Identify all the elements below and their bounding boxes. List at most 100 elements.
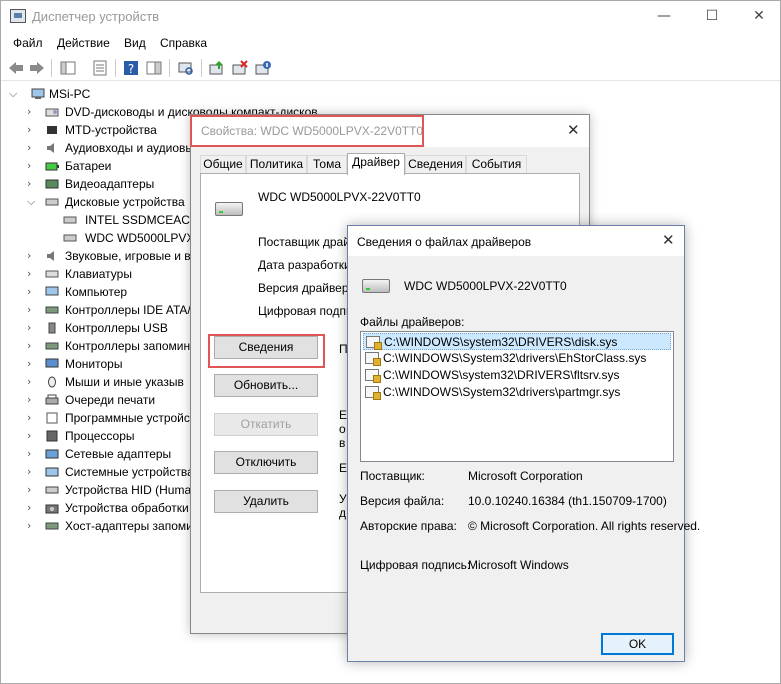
usb-icon [48,322,56,334]
dvd-drive-icon [45,108,59,117]
chevron-right-icon[interactable]: › [27,283,37,301]
uninstall-device-button[interactable]: Удалить [214,490,318,513]
ok-button[interactable]: OK [601,633,674,655]
help-icon[interactable]: ? [122,59,140,77]
system-file-icon [365,386,381,400]
tab-driver[interactable]: Драйвер [347,153,405,175]
chevron-right-icon[interactable]: › [27,355,37,373]
tree-item-label: Программные устройс [65,411,190,425]
chevron-right-icon[interactable]: › [27,157,37,175]
list-item[interactable]: C:\WINDOWS\system32\DRIVERS\disk.sys [363,333,671,350]
list-item[interactable]: C:\WINDOWS\System32\drivers\partmgr.sys [363,384,671,401]
toolbar-separator [115,59,116,77]
driver-files-list[interactable]: C:\WINDOWS\system32\DRIVERS\disk.sys C:\… [360,331,674,462]
file-version-value: 10.0.10240.16384 (th1.150709-1700) [468,494,667,508]
digital-signature-label: Цифровая подпись: [360,558,471,572]
system-file-icon [366,336,382,350]
toolbar: ? [1,55,780,81]
disk-drive-icon [362,279,390,293]
disable-device-button[interactable]: Отключить [214,451,318,474]
menu-action[interactable]: Действие [57,36,110,50]
tab-volumes[interactable]: Тома [307,155,347,174]
network-adapter-icon [45,449,59,459]
chevron-right-icon[interactable]: › [27,175,37,193]
hid-icon [45,486,59,494]
tab-general[interactable]: Общие [200,155,246,174]
device-name: WDC WD5000LPVX-22V0TT0 [258,190,421,204]
disk-drive-icon [63,216,77,224]
speaker-icon [47,143,54,153]
properties-close-button[interactable]: ✕ [567,121,580,139]
update-driver-icon[interactable] [208,59,226,77]
description-text: д [339,506,347,520]
menu-help[interactable]: Справка [160,36,207,50]
chevron-right-icon[interactable]: › [27,103,37,121]
system-device-icon [45,467,59,477]
chevron-right-icon[interactable]: › [27,517,37,535]
controller-icon [45,306,59,314]
monitor-icon [45,358,59,368]
tree-item-label: Мониторы [65,357,123,371]
forward-arrow-icon[interactable] [28,59,46,77]
tree-item-label: Хост-адаптеры запоми [65,519,193,533]
tree-item-label: Контроллеры запомин [65,339,191,353]
tree-item-label: INTEL SSDMCEAC12 [85,213,204,227]
system-file-icon [365,369,381,383]
chevron-right-icon[interactable]: › [27,121,37,139]
update-driver-button[interactable]: Обновить... [214,374,318,397]
chevron-right-icon[interactable]: › [27,301,37,319]
chevron-right-icon[interactable]: › [27,265,37,283]
driver-date-label: Дата разработки: [258,258,348,272]
show-hide-console-tree-icon[interactable] [59,59,77,77]
chevron-right-icon[interactable]: › [27,337,37,355]
action-pane-icon[interactable] [145,59,163,77]
menu-file[interactable]: Файл [13,36,43,50]
software-device-icon [46,412,58,424]
close-button[interactable]: ✕ [736,1,781,32]
chevron-right-icon[interactable]: › [27,409,37,427]
chevron-right-icon[interactable]: › [27,463,37,481]
tree-item-label: Процессоры [65,429,135,443]
driver-files-title-bar: Сведения о файлах драйверов ✕ [348,226,684,256]
description-text: о [339,422,346,436]
driver-files-close-button[interactable]: ✕ [662,231,675,249]
chevron-right-icon[interactable]: › [27,499,37,517]
chevron-right-icon[interactable]: › [27,139,37,157]
chevron-right-icon[interactable]: › [27,247,37,265]
rollback-driver-button[interactable]: Откатить [214,413,318,436]
copyright-value: © Microsoft Corporation. All rights rese… [468,519,701,533]
file-path: C:\WINDOWS\System32\drivers\EhStorClass.… [383,351,647,365]
chevron-down-icon[interactable]: ⌵ [9,85,19,103]
properties-icon[interactable] [91,59,109,77]
disable-device-icon[interactable] [254,59,272,77]
list-item[interactable]: C:\WINDOWS\system32\DRIVERS\fltsrv.sys [363,367,671,384]
chevron-right-icon[interactable]: › [27,373,37,391]
chevron-right-icon[interactable]: › [27,391,37,409]
tab-details[interactable]: Сведения [405,155,466,174]
back-arrow-icon[interactable] [7,59,25,77]
chevron-right-icon[interactable]: › [27,445,37,463]
disk-drive-icon [45,198,59,206]
chevron-right-icon[interactable]: › [27,427,37,445]
tab-policy[interactable]: Политика [246,155,307,174]
file-path: C:\WINDOWS\system32\DRIVERS\fltsrv.sys [383,368,620,382]
disk-drive-icon [215,202,243,216]
uninstall-device-icon[interactable] [231,59,249,77]
tree-item-label: Компьютер [65,285,128,299]
menu-view[interactable]: Вид [124,36,146,50]
tree-item-label: MTD-устройства [65,123,157,137]
chevron-right-icon[interactable]: › [27,319,37,337]
minimize-button[interactable]: — [641,1,687,32]
disk-drive-icon [63,234,77,242]
tree-item-label: Мыши и иные указыв [65,375,184,389]
battery-icon [45,162,59,171]
file-version-label: Версия файла: [360,494,445,508]
tree-item-label: Устройства HID (Huma [65,483,192,497]
list-item[interactable]: C:\WINDOWS\System32\drivers\EhStorClass.… [363,350,671,367]
provider-label: Поставщик: [360,469,425,483]
maximize-button[interactable]: ☐ [689,1,735,32]
chevron-right-icon[interactable]: › [27,481,37,499]
scan-hardware-icon[interactable] [177,59,195,77]
tab-events[interactable]: События [466,155,527,174]
chevron-down-icon[interactable]: ⌵ [27,193,37,211]
